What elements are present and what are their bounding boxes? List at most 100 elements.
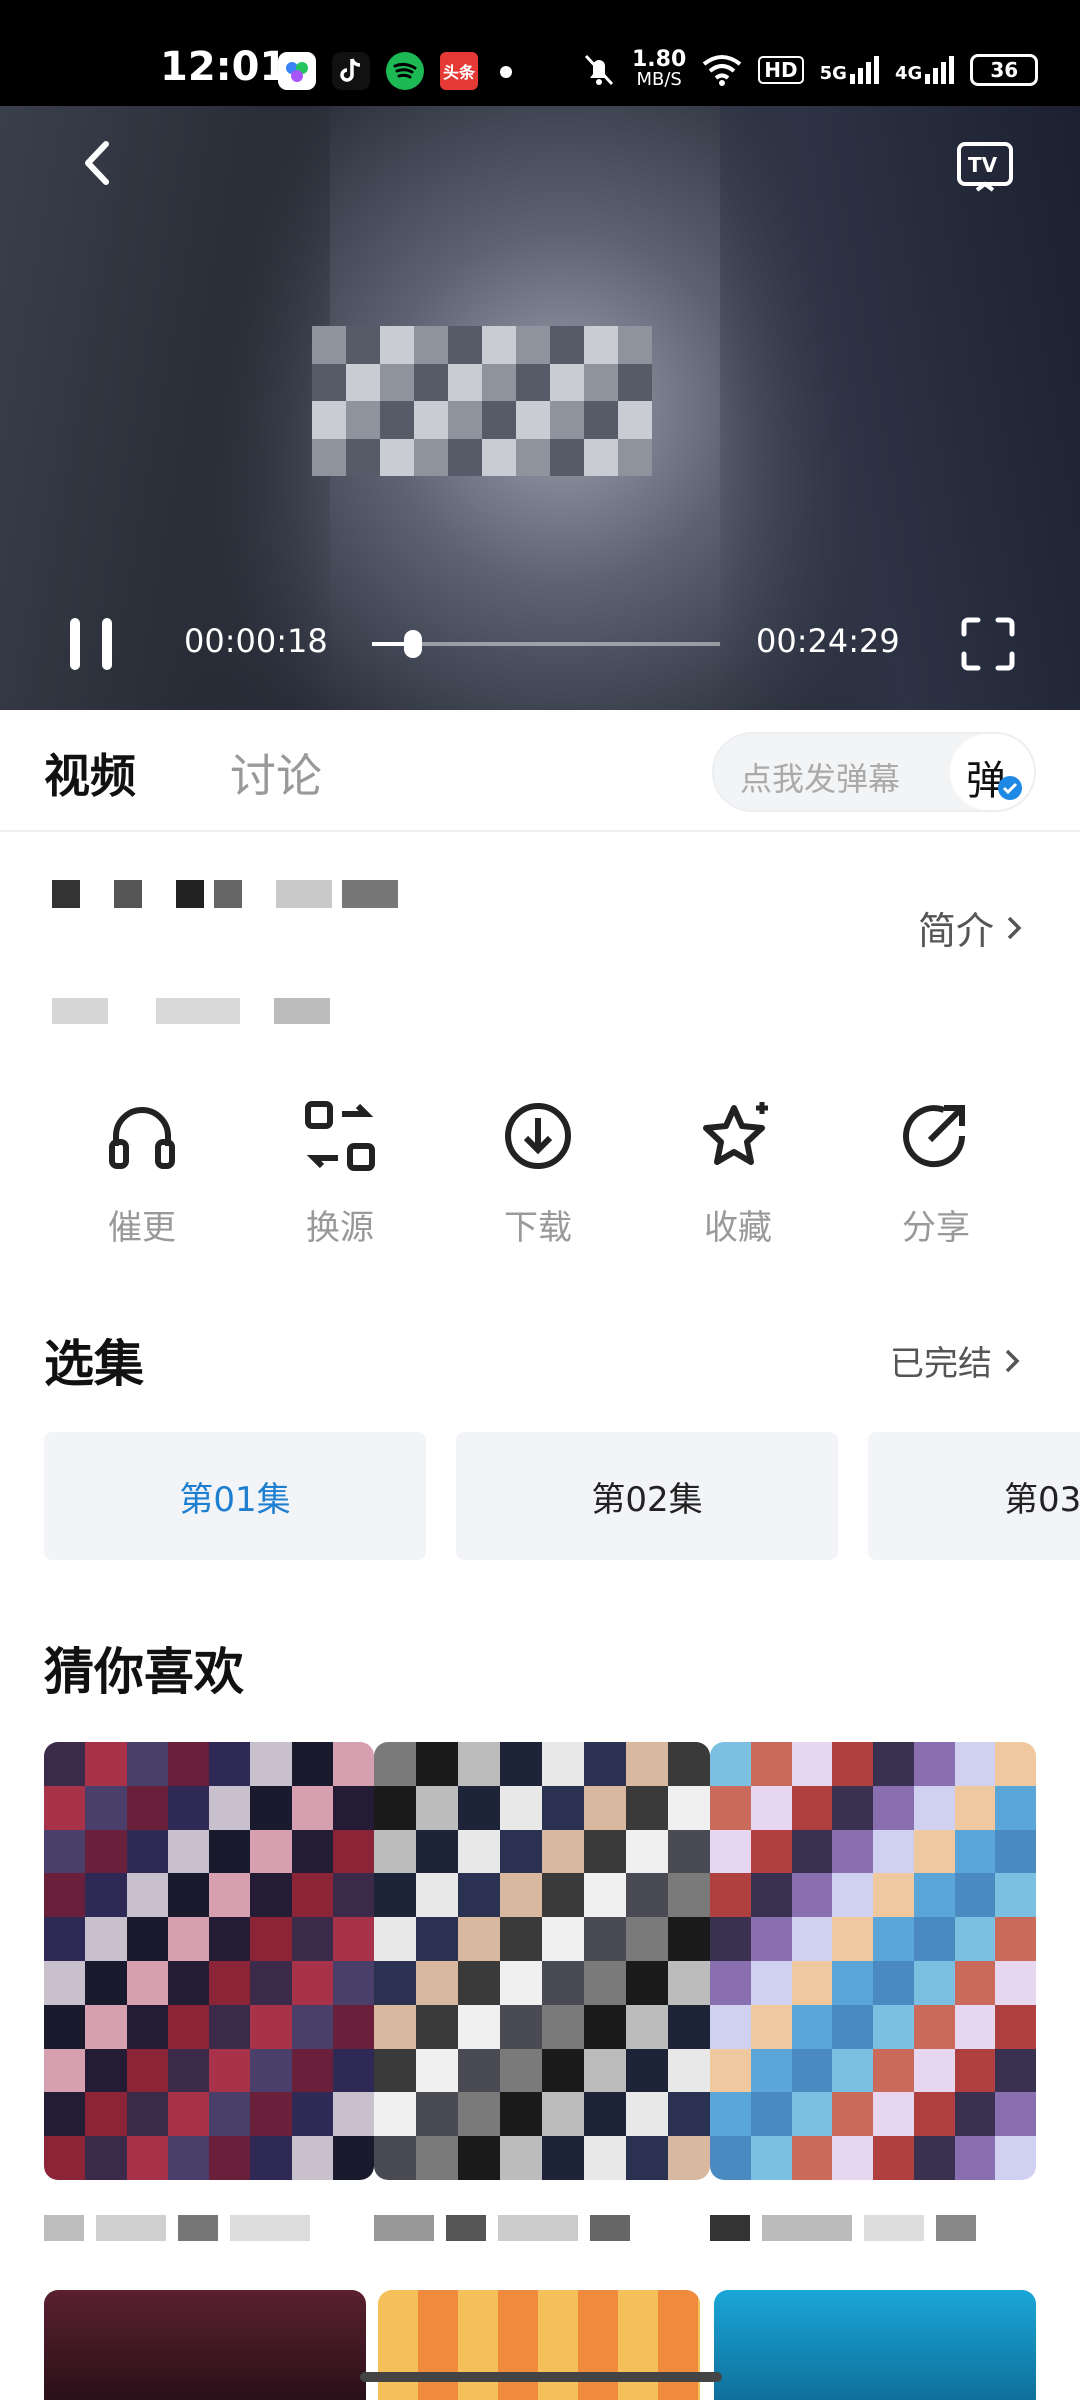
mosaic-cell [332, 2048, 374, 2093]
mosaic-cell [750, 2048, 792, 2093]
mosaic-cell [458, 1742, 500, 1786]
signal-4g-label: 4G [894, 63, 923, 84]
mosaic-cell [791, 2048, 833, 2093]
mosaic-cell [584, 2092, 626, 2137]
mosaic-cell [873, 1829, 914, 1874]
mosaic-cell [126, 1785, 168, 1830]
recommend-card[interactable] [378, 2290, 700, 2400]
recommend-title: 猜你喜欢 [44, 1643, 244, 1701]
mosaic-cell [126, 1917, 168, 1961]
urge-update-label: 催更 [108, 1208, 176, 1248]
mosaic-cell [250, 1873, 292, 1918]
mosaic-cell [44, 2048, 86, 2093]
mosaic-cell [668, 1960, 710, 2005]
headphones-icon [109, 1107, 175, 1169]
recommend-card[interactable] [710, 1742, 1036, 2180]
mosaic-cell [332, 1873, 374, 1918]
mosaic-cell [250, 2048, 292, 2093]
urge-update-button[interactable]: 催更 [72, 1096, 212, 1249]
mosaic-cell [750, 1960, 792, 2005]
download-button[interactable]: 下载 [468, 1096, 608, 1249]
mosaic-cell [584, 1873, 626, 1918]
signal-5g-label: 5G [819, 63, 847, 84]
mosaic-cell [542, 1742, 584, 1786]
tab-discussion[interactable]: 讨论 [230, 740, 322, 806]
mosaic-cell [750, 1873, 792, 1918]
mosaic-cell [416, 2136, 458, 2180]
favorite-button[interactable]: 收藏 [668, 1096, 808, 1249]
switch-source-button[interactable]: 换源 [270, 1096, 410, 1249]
tab-video[interactable]: 视频 [44, 740, 136, 806]
mosaic-cell [85, 1917, 127, 1961]
danmu-toggle-button[interactable]: 弹 [950, 734, 1034, 810]
pause-button[interactable] [70, 618, 112, 670]
recommend-card[interactable] [374, 1742, 710, 2180]
progress-slider[interactable] [372, 630, 720, 658]
mosaic-cell [913, 1742, 955, 1786]
mosaic-cell [44, 2004, 86, 2049]
mosaic-cell [626, 1829, 668, 1874]
mosaic-cell [626, 1742, 668, 1786]
battery-level: 36 [990, 58, 1019, 82]
progress-thumb[interactable] [404, 630, 422, 658]
mosaic-cell [542, 2048, 584, 2093]
signal-5g: 5G [820, 56, 879, 84]
mosaic-cell [500, 1785, 542, 1830]
fullscreen-icon[interactable] [960, 616, 1016, 672]
mosaic-cell [332, 1917, 374, 1961]
mosaic-cell [458, 1917, 500, 1961]
mosaic-cell [332, 1960, 374, 2005]
mosaic-cell [710, 2136, 751, 2180]
mosaic-cell [954, 1742, 996, 1786]
mosaic-cell [791, 2136, 833, 2180]
mosaic-cell [832, 1829, 873, 1874]
mosaic-cell [710, 1873, 751, 1918]
check-badge-icon [998, 776, 1022, 800]
mosaic-cell [873, 1873, 914, 1918]
episode-item[interactable]: 第02集 [456, 1432, 838, 1560]
mosaic-cell [913, 1785, 955, 1830]
intro-link[interactable]: 简介 [918, 900, 1024, 955]
mosaic-cell [374, 1960, 416, 2005]
back-arrow-icon[interactable] [74, 138, 124, 188]
mosaic-cell [995, 2092, 1036, 2137]
mosaic-cell [832, 2048, 873, 2093]
mosaic-cell [913, 2092, 955, 2137]
mosaic-cell [832, 1960, 873, 2005]
mosaic-cell [995, 2004, 1036, 2049]
episode-item[interactable]: 第01集 [44, 1432, 426, 1560]
danmu-input[interactable]: 点我发弹幕 弹 [712, 732, 1036, 812]
mosaic-cell [126, 2136, 168, 2180]
video-frame-left [0, 106, 330, 710]
mosaic-cell [832, 1742, 873, 1786]
mosaic-cell [542, 1829, 584, 1874]
mosaic-cell [500, 2092, 542, 2137]
mosaic-cell [626, 2092, 668, 2137]
mosaic-cell [44, 1829, 86, 1874]
mosaic-cell [250, 2092, 292, 2137]
mosaic-cell [416, 1873, 458, 1918]
status-indicators: 1.80 MB/S HD 5G 4G 36 [582, 49, 1039, 90]
mosaic-cell [750, 2092, 792, 2137]
recommend-card[interactable] [44, 2290, 366, 2400]
video-player[interactable]: TV 00:00:18 00:24:29 [0, 106, 1080, 710]
cast-tv-button[interactable]: TV [955, 138, 1015, 198]
mosaic-cell [710, 1917, 751, 1961]
mosaic-cell [374, 2004, 416, 2049]
recommend-card[interactable] [44, 1742, 374, 2180]
episodes-status: 已完结 [890, 1344, 992, 1384]
episodes-all-link[interactable]: 已完结 [890, 1336, 1022, 1385]
mosaic-cell [750, 2136, 792, 2180]
mosaic-cell [126, 1873, 168, 1918]
mosaic-cell [668, 1873, 710, 1918]
mosaic-cell [416, 2048, 458, 2093]
mosaic-cell [85, 1960, 127, 2005]
mosaic-cell [668, 2092, 710, 2137]
danmu-placeholder: 点我发弹幕 [740, 760, 901, 798]
mosaic-cell [167, 1742, 209, 1786]
recommend-card[interactable] [714, 2290, 1036, 2400]
share-button[interactable]: 分享 [866, 1096, 1006, 1249]
episode-item[interactable]: 第03集 [868, 1432, 1080, 1560]
mosaic-cell [458, 1960, 500, 2005]
home-indicator[interactable] [360, 2372, 722, 2382]
